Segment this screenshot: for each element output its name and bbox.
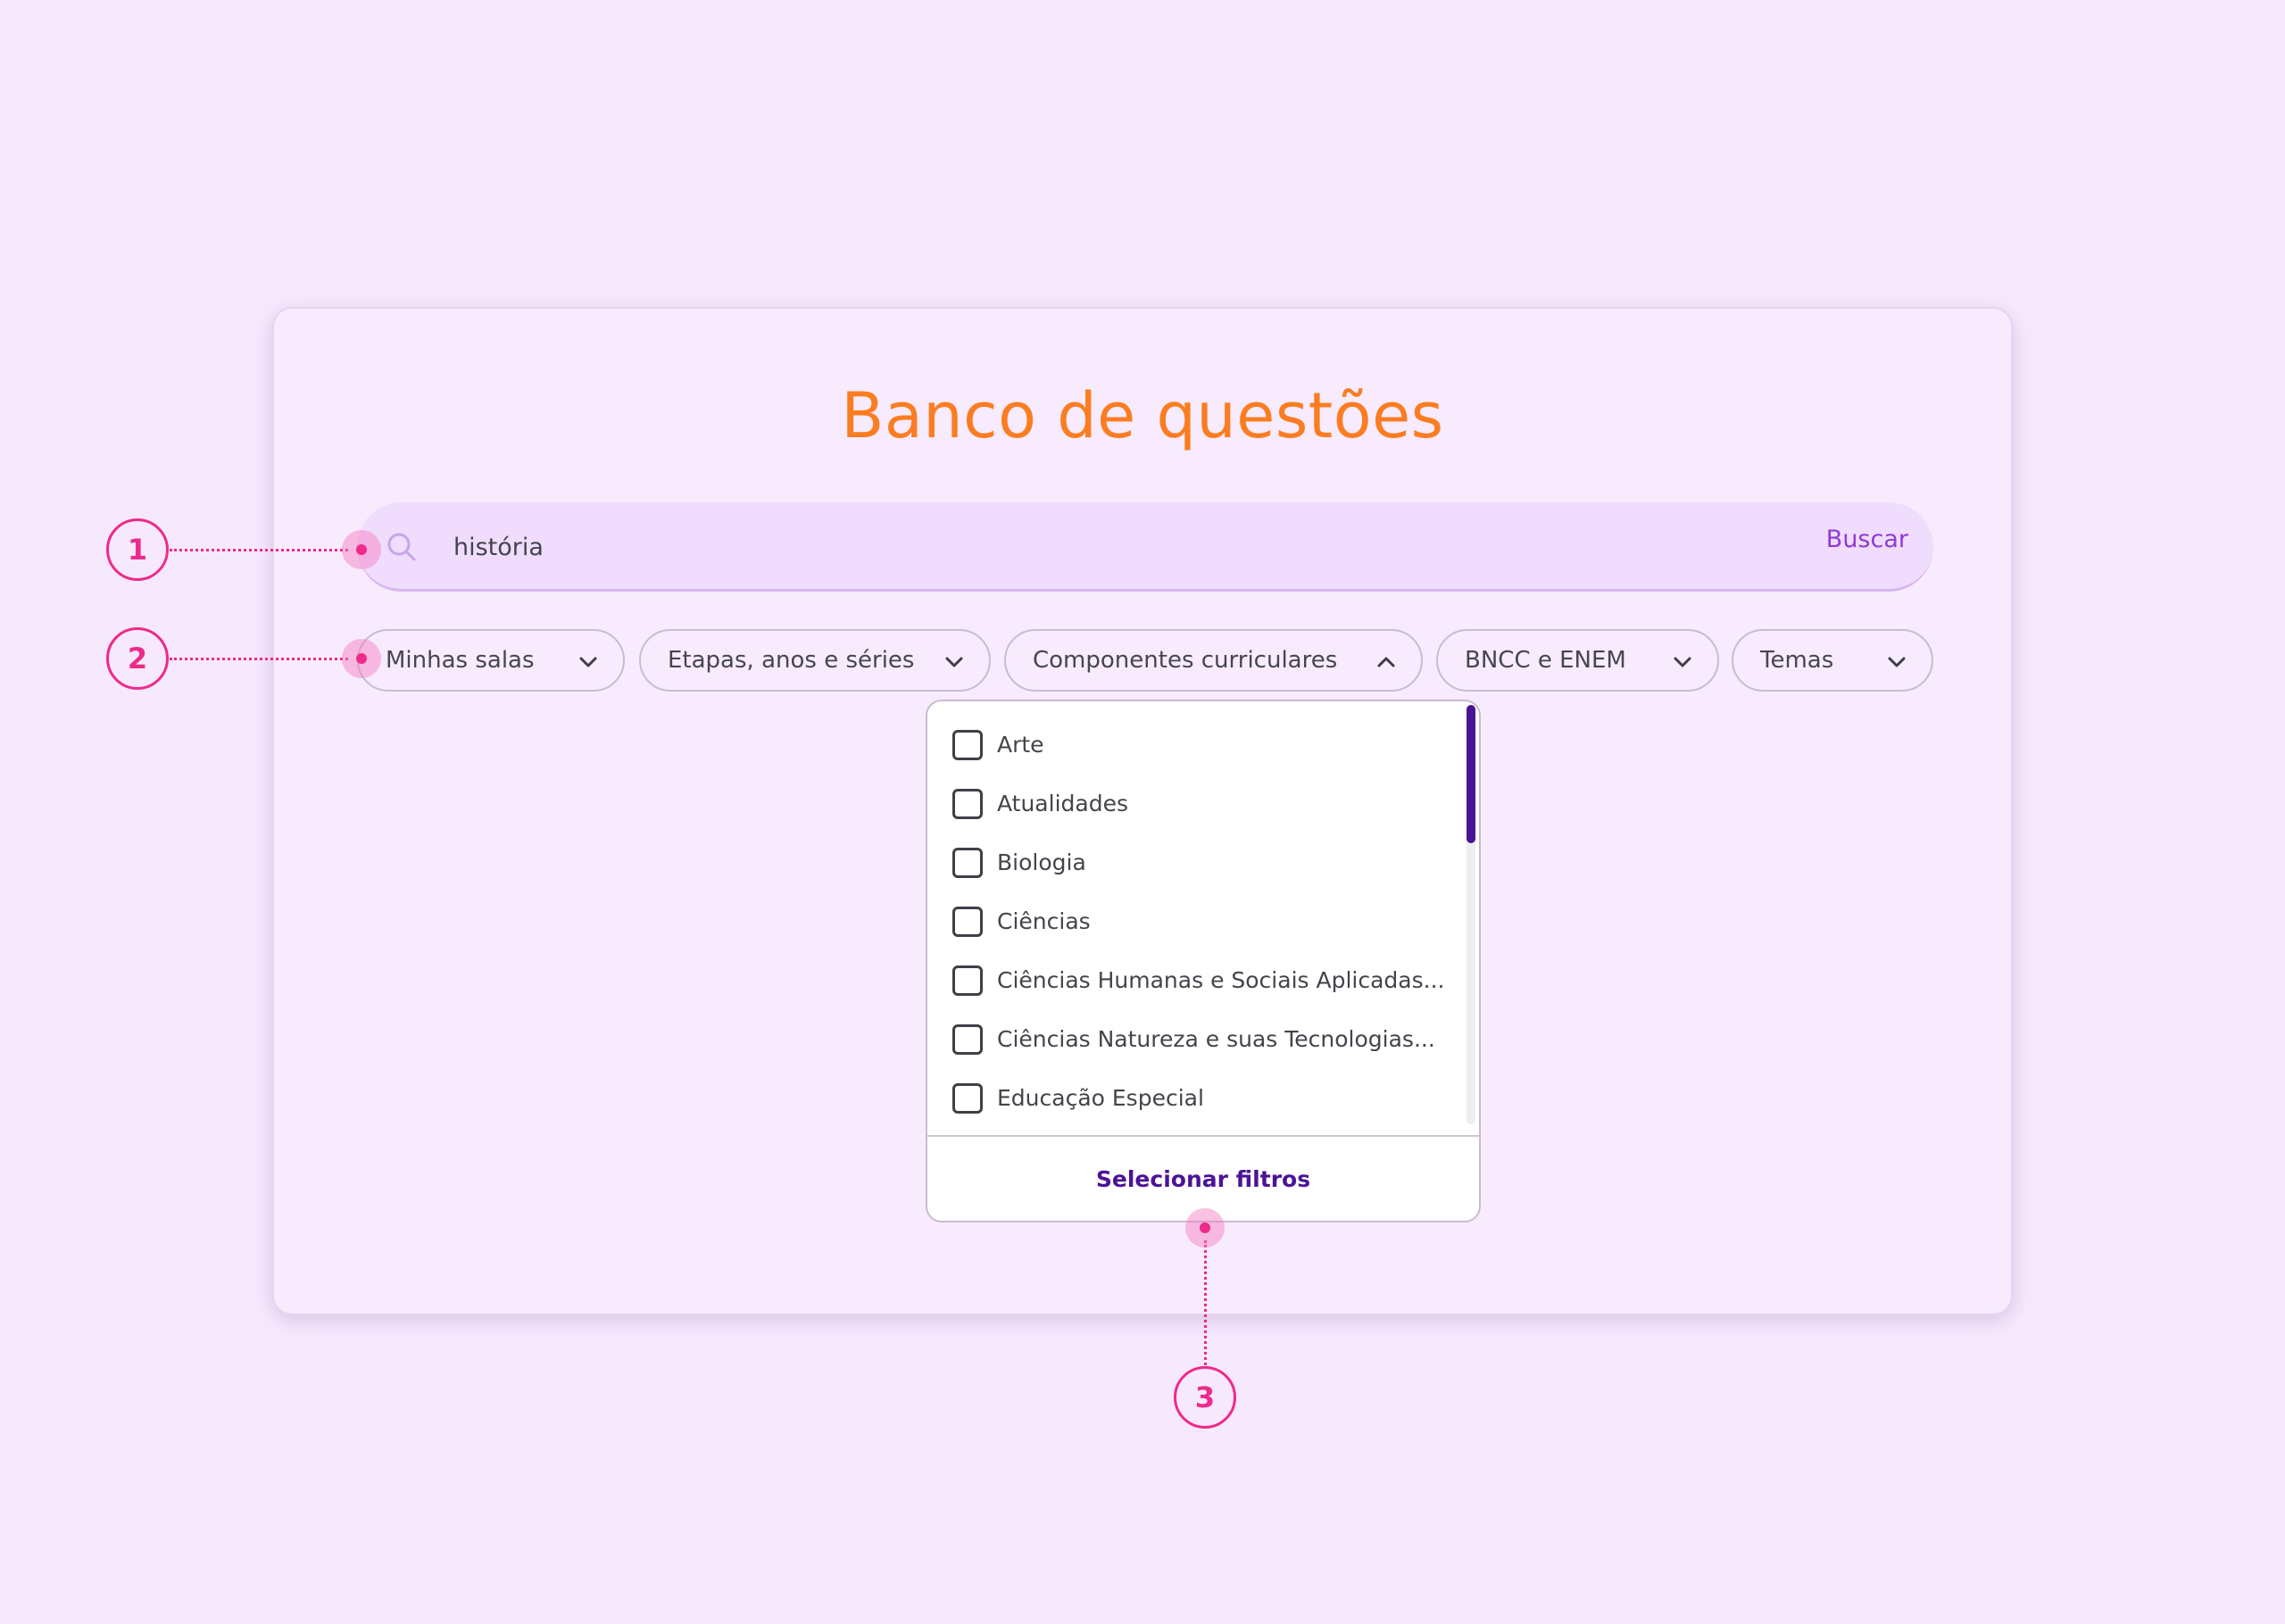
filter-label: BNCC e ENEM: [1465, 647, 1626, 674]
filter-label: Componentes curriculares: [1033, 647, 1338, 674]
dropdown-option[interactable]: Arte: [952, 728, 1452, 762]
chevron-down-icon: [1674, 657, 1691, 667]
search-icon: [387, 533, 416, 561]
option-label: Ciências Natureza e suas Tecnologias...: [997, 1026, 1435, 1052]
scrollbar-thumb[interactable]: [1467, 705, 1475, 843]
select-filters-button[interactable]: Selecionar filtros: [1096, 1166, 1310, 1192]
annotation-number: 3: [1174, 1366, 1236, 1429]
dropdown-option[interactable]: Ciências Humanas e Sociais Aplicadas...: [952, 964, 1452, 998]
annotation-line: [1204, 1240, 1207, 1365]
annotation-number: 2: [106, 627, 169, 690]
dropdown-option[interactable]: Educação Especial: [952, 1081, 1452, 1115]
filter-temas[interactable]: Temas: [1732, 629, 1933, 692]
option-label: Arte: [997, 732, 1044, 758]
search-input[interactable]: [453, 524, 1792, 570]
chevron-up-icon: [1377, 657, 1395, 667]
annotation-marker: [342, 530, 381, 569]
annotation-marker: [1185, 1208, 1225, 1247]
checkbox[interactable]: [952, 1024, 983, 1055]
filter-label: Etapas, anos e séries: [668, 647, 915, 674]
search-button[interactable]: Buscar: [1826, 526, 1908, 553]
dropdown-option[interactable]: Atualidades: [952, 787, 1452, 821]
chevron-down-icon: [945, 657, 963, 667]
filter-etapas-anos-series[interactable]: Etapas, anos e séries: [639, 629, 991, 692]
annotation-marker: [342, 639, 381, 678]
filter-label: Minhas salas: [386, 647, 535, 674]
checkbox[interactable]: [952, 965, 983, 996]
filter-label: Temas: [1760, 647, 1834, 674]
chevron-down-icon: [579, 657, 597, 667]
search-bar: Buscar: [357, 502, 1933, 592]
annotation-line: [170, 658, 348, 660]
checkbox[interactable]: [952, 907, 983, 937]
componentes-dropdown: Arte Atualidades Biologia Ciências Ciênc…: [926, 700, 1481, 1222]
checkbox[interactable]: [952, 848, 983, 878]
checkbox[interactable]: [952, 789, 983, 819]
option-label: Ciências Humanas e Sociais Aplicadas...: [997, 967, 1445, 993]
filter-componentes-curriculares[interactable]: Componentes curriculares: [1004, 629, 1423, 692]
option-label: Ciências: [997, 908, 1091, 934]
dropdown-option[interactable]: Biologia: [952, 846, 1452, 880]
filter-bncc-enem[interactable]: BNCC e ENEM: [1436, 629, 1719, 692]
filter-minhas-salas[interactable]: Minhas salas: [357, 629, 625, 692]
page-title: Banco de questões: [841, 379, 1444, 452]
dropdown-option[interactable]: Ciências Natureza e suas Tecnologias...: [952, 1023, 1452, 1056]
checkbox[interactable]: [952, 1083, 983, 1114]
option-label: Educação Especial: [997, 1085, 1204, 1111]
annotation-line: [170, 549, 348, 551]
checkbox[interactable]: [952, 730, 983, 760]
option-label: Atualidades: [997, 791, 1128, 816]
dropdown-option[interactable]: Ciências: [952, 905, 1452, 939]
option-label: Biologia: [997, 849, 1086, 875]
chevron-down-icon: [1888, 657, 1906, 667]
annotation-number: 1: [106, 518, 169, 581]
